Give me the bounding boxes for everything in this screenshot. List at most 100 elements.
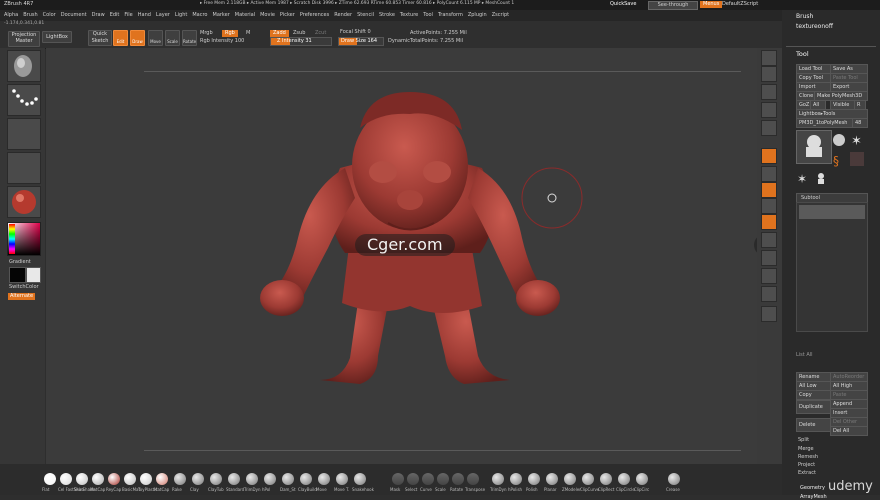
zcut-button[interactable]: Zcut: [315, 31, 326, 36]
focal-shift-slider[interactable]: Focal Shift 0: [340, 30, 371, 35]
frame-icon[interactable]: [761, 232, 777, 248]
eraser-thumb[interactable]: §: [832, 152, 846, 168]
gxyz-icon[interactable]: [761, 214, 777, 230]
copy-subtool-button[interactable]: Copy: [796, 390, 832, 400]
merge-section[interactable]: Merge: [798, 447, 814, 452]
rotate-view-icon[interactable]: [761, 286, 777, 302]
tool-thumb-pm3d[interactable]: [796, 130, 832, 164]
move-view-icon[interactable]: [761, 250, 777, 266]
floor-icon[interactable]: [761, 166, 777, 182]
menu-item[interactable]: Render: [334, 13, 352, 18]
draw-button[interactable]: Draw: [130, 30, 145, 46]
brush-sphere-icon[interactable]: [264, 473, 276, 485]
polyf-icon[interactable]: [761, 306, 777, 322]
del-all-button[interactable]: Del All: [830, 426, 868, 436]
menu-item[interactable]: Document: [61, 13, 87, 18]
mrgb-button[interactable]: Mrgb: [200, 31, 213, 36]
cylinder-polymesh-thumb[interactable]: [832, 132, 846, 146]
hue-strip[interactable]: [9, 224, 15, 254]
alternate-button[interactable]: Alternate: [8, 293, 36, 300]
rgb-button[interactable]: Rgb: [222, 30, 238, 37]
menu-item[interactable]: Movie: [260, 13, 275, 18]
menu-item[interactable]: Color: [43, 13, 56, 18]
subtool-list[interactable]: [796, 202, 868, 332]
color-picker[interactable]: [7, 222, 41, 256]
scroll-icon[interactable]: [761, 66, 777, 82]
secondary-color-swatch[interactable]: [26, 267, 41, 283]
brush-sphere-icon[interactable]: [300, 473, 312, 485]
aahalf-icon[interactable]: [761, 120, 777, 136]
menu-item[interactable]: Zscript: [492, 13, 509, 18]
material-sphere-icon[interactable]: [156, 473, 168, 485]
persp-icon[interactable]: [761, 148, 777, 164]
menu-item[interactable]: Light: [175, 13, 187, 18]
menu-item[interactable]: Marker: [213, 13, 230, 18]
menu-item[interactable]: Layer: [156, 13, 170, 18]
tool-palette-header[interactable]: Tool: [796, 51, 809, 58]
menu-item[interactable]: Hand: [138, 13, 151, 18]
crease-brush-icon[interactable]: [668, 473, 680, 485]
quick-sketch-button[interactable]: Quick Sketch: [88, 30, 112, 46]
menu-item[interactable]: Macro: [192, 13, 207, 18]
brush-sphere-icon[interactable]: [192, 473, 204, 485]
zsphere-thumb[interactable]: ✶: [796, 170, 810, 186]
alpha-thumbnail[interactable]: [7, 118, 41, 150]
material-sphere-icon[interactable]: [76, 473, 88, 485]
lsym-icon[interactable]: [761, 198, 777, 214]
menu-item[interactable]: Brush: [23, 13, 37, 18]
arraymesh-section[interactable]: ArrayMesh: [800, 495, 827, 500]
menu-item[interactable]: Edit: [110, 13, 120, 18]
menu-item[interactable]: Material: [235, 13, 255, 18]
tool-icon[interactable]: [392, 473, 404, 485]
menu-item[interactable]: Preferences: [300, 13, 329, 18]
current-tool-slider[interactable]: PM3D_1toPolyMesh: [796, 118, 854, 128]
menu-item[interactable]: Stroke: [379, 13, 395, 18]
simplebrush-thumb[interactable]: ✶: [850, 132, 864, 149]
current-tool-count[interactable]: 48: [852, 118, 868, 128]
brush-sphere-icon[interactable]: [354, 473, 366, 485]
brush-sphere-icon[interactable]: [174, 473, 186, 485]
material-sphere-icon[interactable]: [108, 473, 120, 485]
z-intensity-slider[interactable]: Z Intensity 31: [270, 37, 332, 46]
remesh-section[interactable]: Remesh: [798, 455, 818, 460]
bpr-icon[interactable]: [761, 50, 777, 66]
brush-sphere-icon[interactable]: [546, 473, 558, 485]
menu-item[interactable]: Texture: [400, 13, 418, 18]
brush-sphere-icon[interactable]: [510, 473, 522, 485]
tool-icon[interactable]: [407, 473, 419, 485]
local-icon[interactable]: [761, 182, 777, 198]
menu-item[interactable]: Transform: [438, 13, 463, 18]
gradient-button[interactable]: Gradient: [9, 260, 31, 265]
material-sphere-icon[interactable]: [44, 473, 56, 485]
menu-item[interactable]: Stencil: [357, 13, 374, 18]
material-sphere-icon[interactable]: [124, 473, 136, 485]
extract-section[interactable]: Extract: [798, 471, 816, 476]
brush-sphere-icon[interactable]: [228, 473, 240, 485]
tool-icon[interactable]: [452, 473, 464, 485]
scale-button[interactable]: Scale: [165, 30, 180, 46]
rgb-intensity-slider[interactable]: Rgb Intensity 100: [200, 39, 244, 44]
brush-sphere-icon[interactable]: [636, 473, 648, 485]
brush-sphere-icon[interactable]: [282, 473, 294, 485]
duplicate-button[interactable]: Duplicate: [796, 400, 832, 414]
dynamic-button[interactable]: Dynamic: [388, 39, 410, 44]
brush-sphere-icon[interactable]: [336, 473, 348, 485]
brush-sphere-icon[interactable]: [246, 473, 258, 485]
list-all-button[interactable]: List All: [796, 353, 813, 358]
brush-palette-label[interactable]: Brush: [796, 14, 813, 20]
material-sphere-icon[interactable]: [60, 473, 72, 485]
edit-button[interactable]: Edit: [113, 30, 128, 46]
texture-thumbnail[interactable]: [7, 152, 41, 184]
tool-icon[interactable]: [467, 473, 479, 485]
tool-icon[interactable]: [422, 473, 434, 485]
move-button[interactable]: Move: [148, 30, 163, 46]
see-through-slider[interactable]: See-through: [648, 1, 698, 10]
brush-sphere-icon[interactable]: [492, 473, 504, 485]
brush-sphere-icon[interactable]: [210, 473, 222, 485]
scale-view-icon[interactable]: [761, 268, 777, 284]
project-section[interactable]: Project: [798, 463, 815, 468]
switch-color-button[interactable]: SwitchColor: [9, 285, 39, 290]
extract-thumb[interactable]: [850, 152, 864, 166]
rotate-button[interactable]: Rotate: [182, 30, 197, 46]
menus-button[interactable]: Menus: [700, 1, 723, 8]
